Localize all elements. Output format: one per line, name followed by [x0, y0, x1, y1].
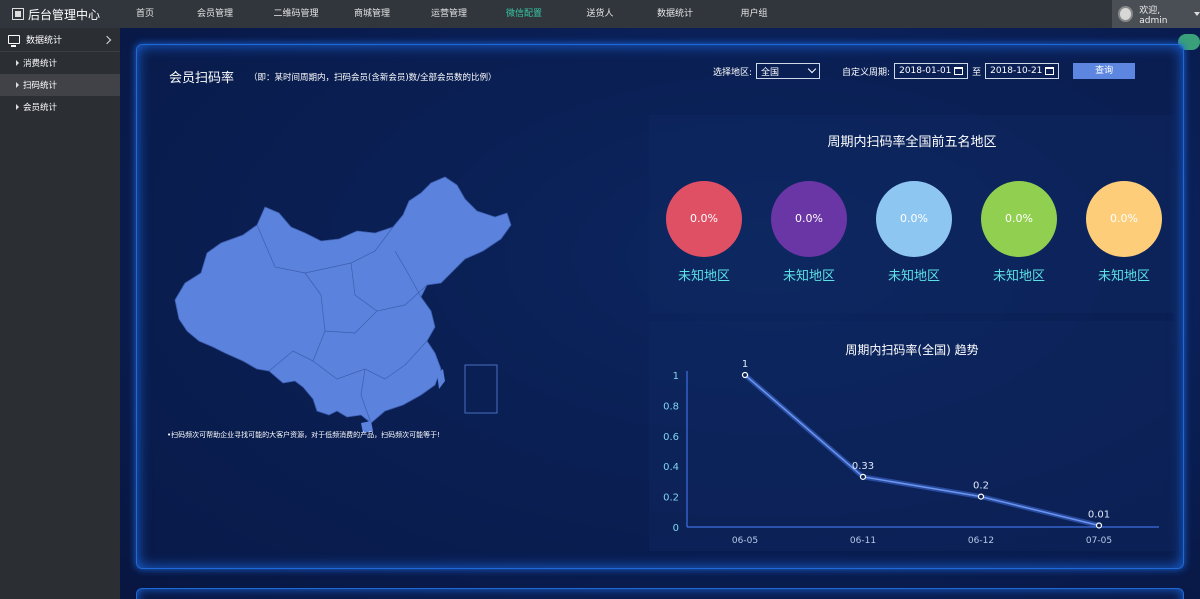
- region-value: 全国: [761, 67, 780, 78]
- triangle-right-icon: [16, 104, 19, 110]
- start-date-value: 2018-01-01: [899, 66, 952, 76]
- sidebar-header-label: 数据统计: [26, 36, 63, 46]
- south-sea-inset: [464, 364, 498, 414]
- triangle-right-icon: [16, 82, 19, 88]
- nav-item-qrcodes[interactable]: 二维码管理: [260, 0, 332, 28]
- top5-panel: 周期内扫码率全国前五名地区 0.0% 未知地区 0.0% 未知地区 0.0% 未知地区 0.…: [649, 115, 1175, 313]
- region-rate-circle: 0.0%: [876, 181, 952, 257]
- user-greeting: 欢迎, admin: [1139, 5, 1168, 26]
- trend-line: [744, 374, 1100, 527]
- trend-panel: 周期内扫码率(全国) 趋势 0 0.2 0.4 0.6 0.8 1 06-05 06-11 06…: [649, 321, 1175, 551]
- sidebar-item-label: 扫码统计: [23, 81, 58, 91]
- to-label: 至: [972, 67, 982, 78]
- data-label: 1: [742, 359, 748, 370]
- calendar-icon: [1045, 67, 1055, 75]
- nav-item-mall[interactable]: 商城管理: [332, 0, 412, 28]
- x-tick-label: 06-05: [732, 536, 758, 546]
- y-tick-label: 1: [673, 371, 679, 382]
- y-tick-label: 0.2: [663, 493, 679, 504]
- nav-item-wechat[interactable]: 微信配置: [486, 0, 562, 28]
- query-button[interactable]: 查询: [1073, 63, 1136, 79]
- chevron-right-icon: [102, 35, 112, 44]
- monitor-icon: [8, 35, 20, 47]
- main-area: 会员扫码率 （即：某时间周期内，扫码会员(含新会员)数/全部会员数的比例） 选择…: [120, 28, 1200, 599]
- trend-chart: 0 0.2 0.4 0.6 0.8 1 06-05 06-11 06-12 07-05 1 0.33 0…: [663, 359, 1159, 546]
- data-point: [741, 371, 749, 379]
- trend-line-glow: [743, 373, 1100, 528]
- brand[interactable]: 后台管理中心: [0, 0, 120, 28]
- x-tick-label: 06-11: [850, 536, 876, 546]
- logo-icon: [12, 8, 24, 20]
- x-tick-label: 07-05: [1086, 536, 1112, 546]
- region-name-label: 未知地区: [887, 269, 940, 284]
- sidebar-item-consumption[interactable]: 消费统计: [0, 52, 120, 74]
- chevron-down-icon: [807, 64, 817, 74]
- region-name-label: 未知地区: [782, 269, 835, 284]
- sidebar-item-label: 会员统计: [23, 103, 58, 113]
- nav-item-user-groups[interactable]: 用户组: [712, 0, 796, 28]
- sidebar-item-scan[interactable]: 扫码统计: [0, 74, 120, 96]
- sidebar-header[interactable]: 数据统计: [0, 28, 120, 52]
- data-point: [977, 493, 985, 500]
- end-date-input[interactable]: 2018-10-21: [985, 63, 1060, 79]
- user-menu[interactable]: 欢迎, admin: [1112, 0, 1200, 28]
- x-tick-label: 06-12: [968, 536, 994, 546]
- y-tick-label: 0: [673, 523, 679, 534]
- data-label: 0.33: [852, 461, 874, 472]
- calendar-icon: [954, 67, 964, 75]
- end-date-value: 2018-10-21: [990, 66, 1043, 76]
- brand-title: 后台管理中心: [28, 7, 101, 22]
- avatar: [1118, 6, 1134, 22]
- top5-title: 周期内扫码率全国前五名地区: [827, 135, 997, 150]
- period-label: 自定义周期:: [842, 67, 891, 78]
- nav-item-operations[interactable]: 运营管理: [412, 0, 486, 28]
- nav-item-home[interactable]: 首页: [120, 0, 170, 28]
- region-rate-circle: 0.0%: [771, 181, 847, 257]
- data-label: 0.2: [973, 481, 989, 492]
- data-label: 0.01: [1088, 509, 1110, 520]
- region-name-label: 未知地区: [677, 269, 730, 284]
- nav-item-members[interactable]: 会员管理: [170, 0, 260, 28]
- caret-down-icon: [1194, 12, 1200, 16]
- region-name-label: 未知地区: [1097, 269, 1150, 284]
- region-rate-circle: 0.0%: [981, 181, 1057, 257]
- page-subtitle: （即：某时间周期内，扫码会员(含新会员)数/全部会员数的比例）: [249, 73, 497, 83]
- top-bar: 后台管理中心 首页 会员管理 二维码管理 商城管理 运营管理 微信配置 送货人 …: [0, 0, 1200, 28]
- data-point: [859, 473, 867, 480]
- main-nav: 首页 会员管理 二维码管理 商城管理 运营管理 微信配置 送货人 数据统计 用户…: [120, 0, 796, 28]
- region-label: 选择地区:: [713, 67, 753, 78]
- triangle-right-icon: [16, 60, 19, 66]
- region-select[interactable]: 全国: [756, 63, 821, 79]
- sidebar-item-members[interactable]: 会员统计: [0, 96, 120, 118]
- region-rate-circle: 0.0%: [1086, 181, 1162, 257]
- page-title: 会员扫码率: [169, 71, 235, 86]
- y-tick-label: 0.8: [663, 401, 679, 412]
- nav-item-statistics[interactable]: 数据统计: [638, 0, 712, 28]
- y-tick-label: 0.6: [663, 432, 679, 443]
- filter-bar: 选择地区: 全国 自定义周期: 2018-01-01 至 2018-10-21 …: [713, 63, 1136, 79]
- map-note: •扫码频次可帮助企业寻找可能的大客户资源，对于低频消费的产品，扫码频次可能等于!: [167, 431, 440, 439]
- start-date-input[interactable]: 2018-01-01: [894, 63, 969, 79]
- sidebar-item-label: 消费统计: [23, 59, 58, 69]
- scan-rate-panel: 会员扫码率 （即：某时间周期内，扫码会员(含新会员)数/全部会员数的比例） 选择…: [136, 44, 1184, 569]
- sidebar: 数据统计 消费统计 扫码统计 会员统计: [0, 28, 120, 599]
- china-map[interactable]: [165, 155, 515, 435]
- top5-circles: 0.0% 未知地区 0.0% 未知地区 0.0% 未知地区 0.0% 未知地区 0.0% 未知地区: [666, 181, 1162, 291]
- y-tick-label: 0.4: [663, 462, 679, 473]
- region-name-label: 未知地区: [992, 269, 1045, 284]
- secondary-panel: [136, 588, 1184, 599]
- china-map-shape[interactable]: [174, 176, 512, 424]
- data-point: [1095, 522, 1103, 529]
- nav-item-delivery[interactable]: 送货人: [562, 0, 638, 28]
- region-rate-circle: 0.0%: [666, 181, 742, 257]
